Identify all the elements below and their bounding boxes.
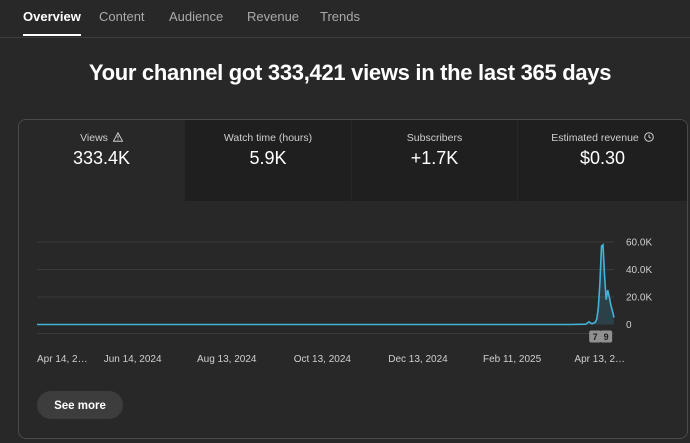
metric-value: 5.9K xyxy=(249,148,287,168)
x-tick-label: Aug 13, 2024 xyxy=(197,354,257,365)
annotation-badge[interactable]: 7 xyxy=(589,330,602,343)
metric-tabs: Views 333.4K Watch time (hours) 5.9K Sub… xyxy=(19,120,687,201)
metric-watch-time[interactable]: Watch time (hours) 5.9K xyxy=(185,120,351,201)
y-tick-label: 20.0K xyxy=(626,293,652,304)
see-more-button[interactable]: See more xyxy=(37,391,123,419)
warning-icon[interactable] xyxy=(112,131,124,145)
tab-content[interactable]: Content xyxy=(99,0,145,36)
tab-revenue[interactable]: Revenue xyxy=(247,0,299,36)
annotation-badge[interactable]: 9 xyxy=(600,330,613,343)
clock-icon[interactable] xyxy=(643,132,654,145)
x-tick-label: Dec 13, 2024 xyxy=(388,354,448,365)
x-tick-label: Jun 14, 2024 xyxy=(104,354,162,365)
x-tick-label: Apr 14, 2… xyxy=(37,354,88,365)
metric-label: Subscribers xyxy=(406,132,463,144)
y-tick-label: 40.0K xyxy=(626,265,652,276)
metric-value: +1.7K xyxy=(410,148,459,168)
views-line xyxy=(37,243,615,326)
metric-label: Views xyxy=(19,131,184,145)
overview-card: Views 333.4K Watch time (hours) 5.9K Sub… xyxy=(18,119,688,439)
tab-bar: Overview Content Audience Revenue Trends xyxy=(0,0,690,38)
x-tick-label: Oct 13, 2024 xyxy=(294,354,352,365)
tab-trends[interactable]: Trends xyxy=(320,0,360,36)
annotation-badge-label: 7 xyxy=(593,332,598,342)
page-title: Your channel got 333,421 views in the la… xyxy=(88,60,612,85)
x-tick-label: Apr 13, 2… xyxy=(574,354,625,365)
y-tick-label: 60.0K xyxy=(626,238,652,249)
metric-views[interactable]: Views 333.4K xyxy=(19,120,184,201)
x-tick-label: Feb 11, 2025 xyxy=(483,354,542,365)
annotation-badge-label: 9 xyxy=(604,332,609,342)
metric-label: Estimated revenue xyxy=(518,132,687,145)
metric-label: Watch time (hours) xyxy=(223,132,313,144)
metric-estimated-revenue[interactable]: Estimated revenue $0.30 xyxy=(518,120,687,201)
views-chart: 60.0K 40.0K 20.0K 0 7 9 Apr 14, 2… Jun 14, 2024… xyxy=(37,238,652,365)
tab-overview[interactable]: Overview xyxy=(23,0,81,36)
views-area xyxy=(37,244,614,325)
metric-value: $0.30 xyxy=(579,148,626,168)
metric-value: 333.4K xyxy=(72,148,131,168)
y-tick-label: 0 xyxy=(626,320,632,331)
tab-audience[interactable]: Audience xyxy=(169,0,223,36)
metric-subscribers[interactable]: Subscribers +1.7K xyxy=(352,120,517,201)
